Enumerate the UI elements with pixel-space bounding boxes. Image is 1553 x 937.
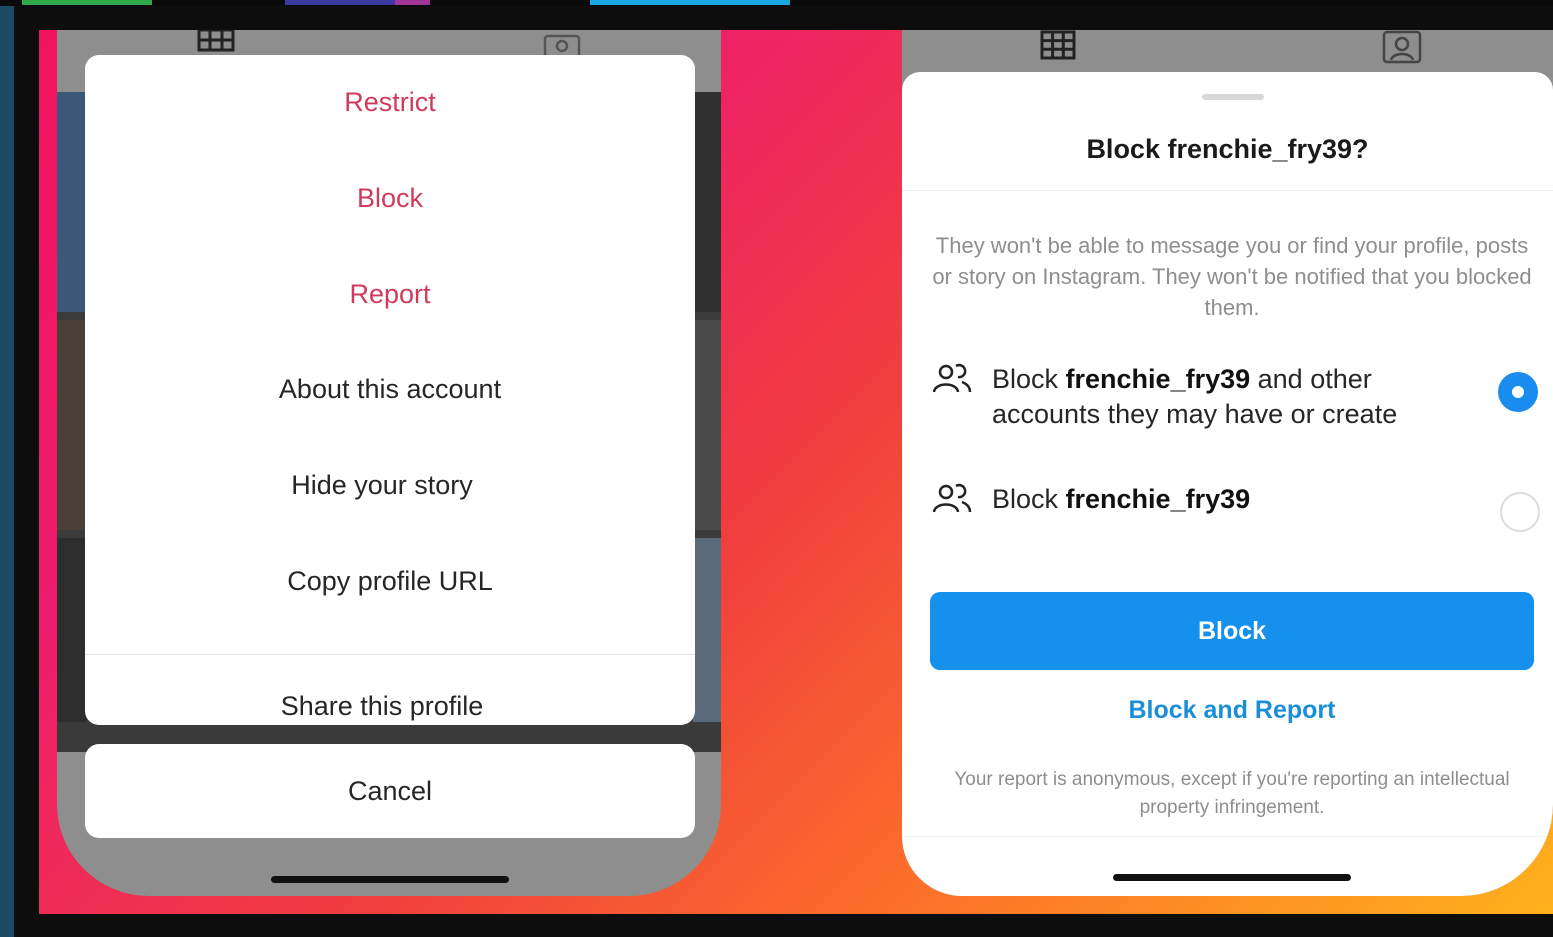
cancel-button[interactable]: Cancel (85, 744, 695, 838)
block-and-report-link[interactable]: Block and Report (902, 696, 1553, 725)
grid-icon[interactable] (1039, 30, 1077, 60)
menu-divider (85, 654, 695, 655)
menu-item-copy-url[interactable]: Copy profile URL (85, 534, 695, 629)
divider (902, 190, 1553, 191)
sheet-grabber[interactable] (1202, 94, 1264, 100)
top-color-tab (22, 0, 152, 5)
option-username: frenchie_fry39 (1065, 484, 1251, 514)
option-label: Block frenchie_fry39 (992, 484, 1251, 514)
photo-tile (693, 538, 721, 752)
photo-tile (693, 320, 721, 530)
report-footnote: Your report is anonymous, except if you'… (954, 769, 1510, 818)
block-dialog-sheet: Block frenchie_fry39? They won't be able… (902, 72, 1553, 896)
top-color-tab (395, 0, 430, 5)
people-icon (932, 483, 972, 513)
option-label: Block frenchie_fry39 and other accounts … (992, 364, 1398, 429)
menu-item-restrict[interactable]: Restrict (85, 55, 695, 150)
profile-options-sheet: Restrict Block Report About this account… (85, 55, 695, 725)
home-indicator (271, 876, 509, 883)
divider (902, 836, 1553, 837)
block-option-single-account[interactable]: Block frenchie_fry39 (932, 482, 1553, 532)
tagged-user-icon[interactable] (1382, 30, 1422, 64)
top-color-tab (285, 0, 395, 5)
option-username: frenchie_fry39 (1065, 364, 1251, 394)
block-button[interactable]: Block (930, 592, 1534, 670)
menu-item-about-account[interactable]: About this account (85, 342, 695, 437)
people-icon (932, 363, 972, 393)
grid-icon[interactable] (197, 30, 235, 52)
right-phone-screen: Block frenchie_fry39? They won't be able… (902, 30, 1553, 896)
photo-tile (57, 538, 87, 752)
photo-tile (693, 92, 721, 312)
photo-tile (57, 320, 87, 530)
block-option-all-accounts[interactable]: Block frenchie_fry39 and other accounts … (932, 362, 1553, 437)
home-indicator (1113, 874, 1351, 881)
menu-item-hide-story[interactable]: Hide your story (85, 438, 687, 533)
left-phone-screen: Restrict Block Report About this account… (57, 30, 721, 896)
menu-item-block[interactable]: Block (85, 151, 695, 246)
top-color-tab (590, 0, 790, 5)
left-edge-strip (0, 0, 14, 937)
radio-unselected[interactable] (1500, 492, 1540, 532)
dialog-description: They won't be able to message you or fin… (932, 233, 1532, 320)
radio-selected[interactable] (1498, 372, 1538, 412)
dialog-title: Block frenchie_fry39? (1086, 134, 1369, 164)
photo-tile (57, 92, 87, 312)
menu-item-report[interactable]: Report (85, 247, 695, 342)
menu-item-share-profile[interactable]: Share this profile (85, 659, 687, 725)
